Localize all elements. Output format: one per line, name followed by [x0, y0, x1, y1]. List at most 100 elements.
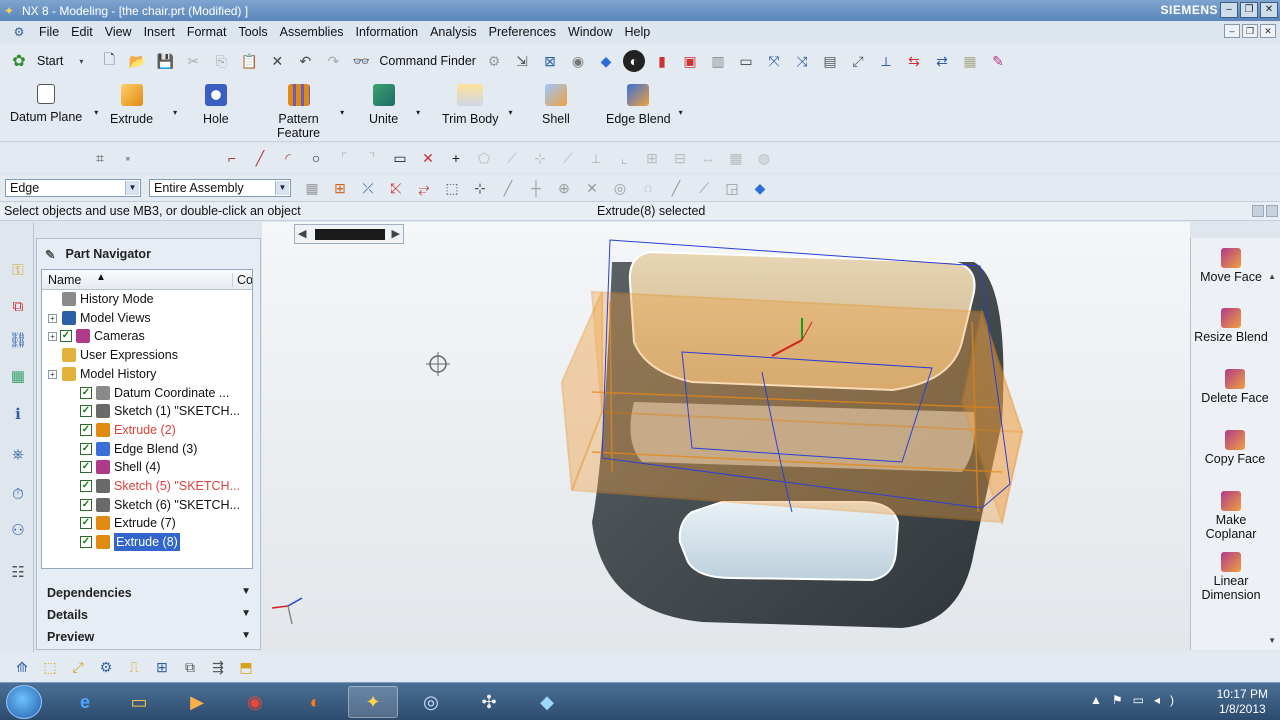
doc-close-button[interactable]: ✕	[1260, 24, 1276, 38]
tree-row[interactable]: ✓ Sketch (5) "SKETCH...	[42, 477, 252, 495]
corner-icon[interactable]: ⌞	[613, 147, 635, 169]
assembly-navigator-icon[interactable]: ⚿	[7, 260, 29, 282]
menu-file[interactable]: File	[33, 25, 65, 39]
roles-icon[interactable]: ☷	[7, 562, 29, 584]
mirror-assembly-icon[interactable]: ⧉	[179, 656, 201, 678]
tree-row[interactable]: ✓ Extrude (2)	[42, 421, 252, 439]
pattern-feature-button[interactable]: Pattern Feature ▾	[277, 84, 344, 140]
visibility-checkbox[interactable]: ✓	[80, 405, 92, 418]
status-bar-grip-icon[interactable]	[1252, 205, 1264, 217]
menu-format[interactable]: Format	[181, 25, 233, 39]
visibility-checkbox[interactable]: ✓	[60, 330, 72, 343]
tree-row[interactable]: ✓ Edge Blend (3)	[42, 440, 252, 458]
selection-scope-dropdown[interactable]: Entire Assembly ▼	[149, 179, 291, 197]
show-hide-icon[interactable]: ◐	[622, 50, 645, 72]
visibility-checkbox[interactable]: ✓	[80, 423, 92, 436]
studio-spline-icon[interactable]: ⬠	[473, 147, 495, 169]
pin-icon[interactable]: ✎	[45, 247, 55, 262]
select-all-icon[interactable]: ▦	[301, 177, 323, 199]
alternate-solution-icon[interactable]: ◍	[753, 147, 775, 169]
curve-rule-icon[interactable]: ⤫	[357, 177, 379, 199]
edge-blend-button[interactable]: Edge Blend ▾	[606, 84, 683, 126]
menu-view[interactable]: View	[99, 25, 138, 39]
tree-row[interactable]: ✓ Sketch (6) "SKETCH...	[42, 496, 252, 514]
fit-icon[interactable]: ⚙	[483, 50, 505, 72]
visibility-checkbox[interactable]: ✓	[80, 536, 92, 549]
tree-row[interactable]: User Expressions	[42, 346, 252, 364]
preview-section[interactable]: Preview ▼	[41, 627, 255, 647]
move-face-button[interactable]: Move Face	[1191, 248, 1271, 284]
video-recorder-icon[interactable]: ✣	[464, 686, 514, 718]
sketch-icon[interactable]: ⌗	[89, 147, 111, 169]
constraints-icon[interactable]: ⊞	[641, 147, 663, 169]
dimension-icon[interactable]: ↔	[697, 147, 719, 169]
chrome-icon[interactable]: ◉	[230, 686, 280, 718]
dependencies-section[interactable]: Dependencies ▼	[41, 583, 255, 603]
layer-icon[interactable]: ▤	[819, 50, 841, 72]
polygon-icon[interactable]: ✕	[417, 147, 439, 169]
measure-icon[interactable]: ⇆	[903, 50, 925, 72]
maximize-button[interactable]: ❐	[1240, 2, 1258, 18]
minimize-button[interactable]: –	[1220, 2, 1238, 18]
scroll-down-icon[interactable]: ▼	[1268, 636, 1276, 645]
copy-icon[interactable]: ⎘	[210, 50, 232, 72]
tree-row[interactable]: + Model Views	[42, 309, 252, 327]
line-icon[interactable]: ╱	[249, 147, 271, 169]
sketch-tools-icon[interactable]: ✎	[987, 50, 1009, 72]
point-on-face-icon[interactable]: ◲	[721, 177, 743, 199]
menu-window[interactable]: Window	[562, 25, 618, 39]
expand-icon[interactable]: +	[48, 313, 57, 323]
unite-button[interactable]: Unite ▾	[369, 84, 420, 126]
command-finder-button[interactable]: Command Finder	[379, 54, 476, 68]
connected-curves-icon[interactable]: ⥂	[413, 177, 435, 199]
tree-row[interactable]: ✓ Extrude (7)	[42, 514, 252, 532]
paste-icon[interactable]: 📋	[238, 50, 260, 72]
snap-icon[interactable]: ⇲	[511, 50, 533, 72]
column-name-header[interactable]: Name	[48, 273, 81, 287]
snap-point-icon[interactable]: ⊹	[469, 177, 491, 199]
intersection-point-icon[interactable]: ✕	[581, 177, 603, 199]
chamfer-icon[interactable]: ⌝	[361, 147, 383, 169]
close-button[interactable]: ✕	[1260, 2, 1278, 18]
visibility-checkbox[interactable]: ✓	[80, 498, 92, 511]
existing-point-icon[interactable]: ╱	[665, 177, 687, 199]
delete-face-button[interactable]: Delete Face	[1195, 369, 1275, 405]
graphics-window[interactable]: ◀ ▶	[262, 222, 1190, 652]
expand-icon[interactable]: +	[48, 332, 57, 342]
hole-button[interactable]: Hole	[203, 84, 229, 126]
visibility-checkbox[interactable]: ✓	[80, 480, 92, 492]
clock[interactable]: 10:17 PM 1/8/2013	[1217, 687, 1268, 717]
start-dropdown-icon[interactable]: ▾	[70, 50, 92, 72]
start-button[interactable]: Start	[37, 54, 63, 68]
undo-icon[interactable]: ↶	[294, 50, 316, 72]
mate-component-icon[interactable]: ⎍	[123, 656, 145, 678]
new-file-icon[interactable]: 🗋	[98, 50, 120, 72]
delete-icon[interactable]: ✕	[266, 50, 288, 72]
render-style-icon[interactable]: ◉	[567, 50, 589, 72]
tree-row[interactable]: ✓ Extrude (8)	[42, 533, 252, 552]
offset-curve-icon[interactable]: ⟋	[501, 147, 523, 169]
shell-button[interactable]: Shell	[542, 84, 570, 126]
save-icon[interactable]: 💾	[154, 50, 176, 72]
auto-constrain-icon[interactable]: ⊟	[669, 147, 691, 169]
dropdown-icon[interactable]: ▾	[173, 106, 177, 120]
mid-point-icon[interactable]: ┼	[525, 177, 547, 199]
tree-row[interactable]: ✓ Sketch (1) "SKETCH...	[42, 402, 252, 420]
internet-explorer-icon[interactable]: e	[60, 686, 110, 718]
visibility-checkbox[interactable]: ✓	[80, 386, 92, 399]
tree-row[interactable]: ✓ Shell (4)	[42, 458, 252, 476]
arc-icon[interactable]: ◜	[277, 147, 299, 169]
copy-face-button[interactable]: Copy Face	[1195, 430, 1275, 466]
status-bar-grip-icon[interactable]	[1266, 205, 1278, 217]
dropdown-icon[interactable]: ▾	[679, 106, 683, 120]
extrude-button[interactable]: Extrude ▾	[110, 84, 177, 126]
web-browser-icon[interactable]: ℹ	[7, 404, 29, 426]
background-icon[interactable]: ▭	[735, 50, 757, 72]
remote-desktop-icon[interactable]: ◎	[406, 686, 456, 718]
zoom-fit-icon[interactable]: ⊠	[539, 50, 561, 72]
fillet-icon[interactable]: ⌜	[333, 147, 355, 169]
exploded-view-icon[interactable]: ⇶	[207, 656, 229, 678]
details-section[interactable]: Details ▼	[41, 605, 255, 625]
dropdown-icon[interactable]: ▾	[508, 106, 512, 120]
feature-rule-icon[interactable]: ⊞	[329, 177, 351, 199]
